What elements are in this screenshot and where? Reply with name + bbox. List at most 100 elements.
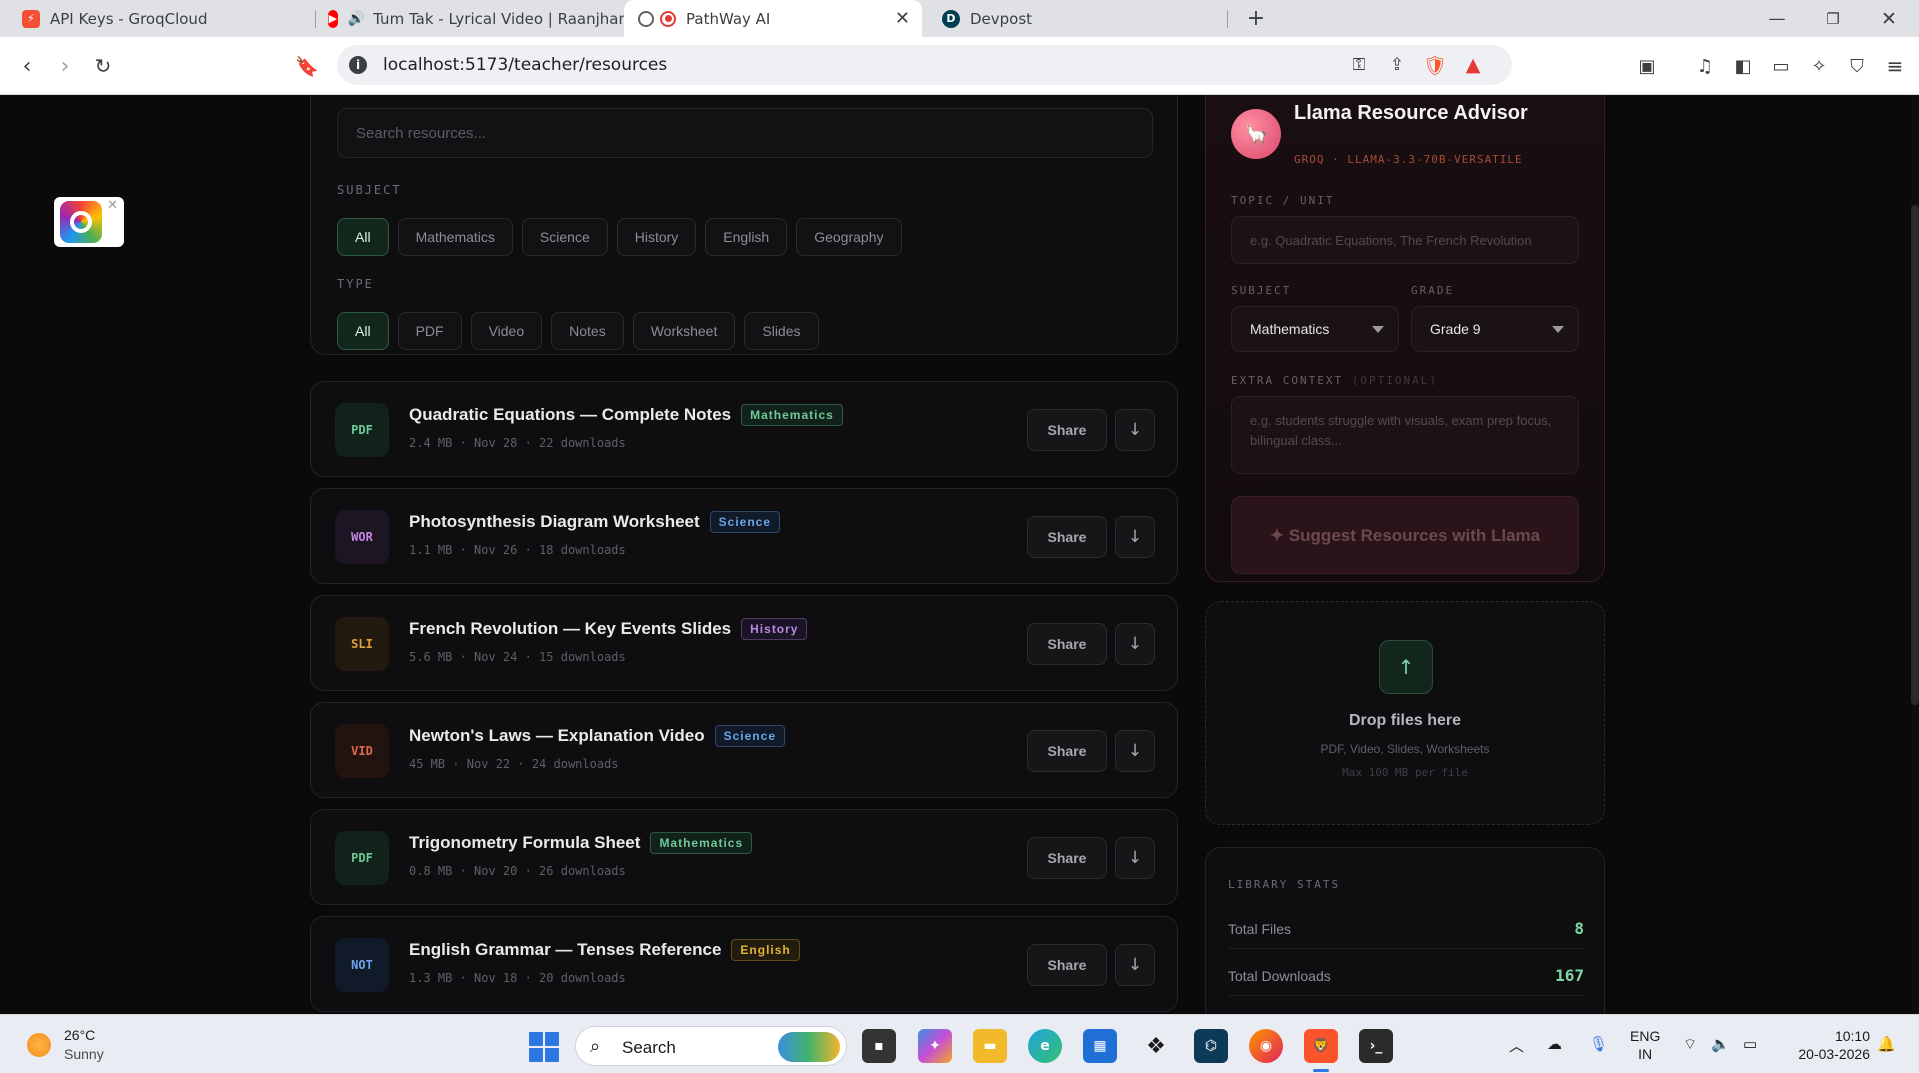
windows-start-icon[interactable] bbox=[529, 1032, 559, 1062]
volume-icon[interactable]: 🔈 bbox=[1711, 1035, 1730, 1053]
restore-button[interactable]: ❐ bbox=[1805, 0, 1861, 37]
subject-chip-history[interactable]: History bbox=[616, 218, 697, 256]
search-input[interactable] bbox=[338, 109, 1152, 157]
vscode-icon[interactable]: ⌬ bbox=[1194, 1029, 1228, 1063]
subject-chip-mathematics[interactable]: Mathematics bbox=[397, 218, 513, 256]
scrollbar-thumb[interactable] bbox=[1911, 205, 1919, 705]
type-chip-notes[interactable]: Notes bbox=[551, 312, 624, 350]
share-button[interactable]: Share bbox=[1027, 516, 1107, 558]
resource-card[interactable]: NOT English Grammar — Tenses Reference E… bbox=[310, 916, 1178, 1012]
subject-chip-geography[interactable]: Geography bbox=[796, 218, 902, 256]
terminal-icon[interactable]: ›_ bbox=[1359, 1029, 1393, 1063]
edge-icon[interactable]: e bbox=[1028, 1029, 1062, 1063]
notifications-icon[interactable]: 🔔 bbox=[1877, 1035, 1896, 1053]
weather-temperature[interactable]: 26°C bbox=[64, 1027, 95, 1043]
sun-icon[interactable] bbox=[27, 1033, 51, 1057]
forward-icon[interactable]: › bbox=[50, 51, 80, 81]
url-text[interactable]: localhost:5173/teacher/resources bbox=[383, 55, 667, 75]
tab-devpost[interactable]: D Devpost bbox=[928, 0, 1228, 37]
language-indicator[interactable]: ENG IN bbox=[1630, 1027, 1660, 1063]
download-icon[interactable]: ↓ bbox=[1115, 409, 1155, 451]
reader-mode-icon[interactable]: ▣ bbox=[1634, 53, 1660, 79]
address-bar[interactable]: i localhost:5173/teacher/resources ⚿ ⇪ 🛡… bbox=[337, 45, 1512, 85]
copilot-icon[interactable]: ✦ bbox=[918, 1029, 952, 1063]
download-icon[interactable]: ↓ bbox=[1115, 944, 1155, 986]
media-icon[interactable]: ♫ bbox=[1692, 53, 1718, 79]
close-tab-icon[interactable]: ✕ bbox=[895, 8, 910, 29]
share-button[interactable]: Share bbox=[1027, 730, 1107, 772]
topic-input[interactable] bbox=[1232, 217, 1578, 263]
resource-card[interactable]: WOR Photosynthesis Diagram Worksheet Sci… bbox=[310, 488, 1178, 584]
search-box[interactable] bbox=[337, 108, 1153, 158]
type-chip-all[interactable]: All bbox=[337, 312, 389, 350]
download-icon[interactable]: ↓ bbox=[1115, 516, 1155, 558]
subject-chip-all[interactable]: All bbox=[337, 218, 389, 256]
chevron-up-icon[interactable]: ︿ bbox=[1509, 1035, 1524, 1056]
topic-field[interactable] bbox=[1231, 216, 1579, 264]
resource-title[interactable]: Photosynthesis Diagram Worksheet bbox=[409, 512, 700, 532]
resource-card[interactable]: SLI French Revolution — Key Events Slide… bbox=[310, 595, 1178, 691]
page-scrollbar[interactable] bbox=[1911, 95, 1919, 1014]
site-info-icon[interactable]: i bbox=[349, 56, 367, 74]
resource-title[interactable]: French Revolution — Key Events Slides bbox=[409, 619, 731, 639]
dropbox-icon[interactable]: ❖ bbox=[1139, 1029, 1173, 1063]
grade-select[interactable]: Grade 9 bbox=[1411, 306, 1579, 352]
brave-shields-icon[interactable]: 🛡 bbox=[1423, 53, 1447, 77]
type-chip-slides[interactable]: Slides bbox=[744, 312, 819, 350]
leo-ai-icon[interactable]: ✧ bbox=[1806, 53, 1832, 79]
tab-youtube[interactable]: ▶ 🔊 Tum Tak - Lyrical Video | Raanjhan bbox=[316, 0, 628, 37]
firefox-icon[interactable]: ◉ bbox=[1249, 1029, 1283, 1063]
resource-card[interactable]: PDF Trigonometry Formula Sheet Mathemati… bbox=[310, 809, 1178, 905]
resource-title[interactable]: English Grammar — Tenses Reference bbox=[409, 940, 721, 960]
tab-groqcloud[interactable]: ⚡ API Keys - GroqCloud bbox=[8, 0, 316, 37]
back-icon[interactable]: ‹ bbox=[12, 51, 42, 81]
share-button[interactable]: Share bbox=[1027, 623, 1107, 665]
system-clock[interactable]: 10:10 20-03-2026 bbox=[1786, 1027, 1870, 1063]
menu-icon[interactable]: ≡ bbox=[1882, 53, 1908, 79]
download-icon[interactable]: ↓ bbox=[1115, 730, 1155, 772]
resource-card[interactable]: VID Newton's Laws — Explanation Video Sc… bbox=[310, 702, 1178, 798]
resource-title[interactable]: Trigonometry Formula Sheet bbox=[409, 833, 640, 853]
battery-icon[interactable]: ▭ bbox=[1743, 1035, 1757, 1053]
bookmark-icon[interactable]: 🔖 bbox=[292, 51, 322, 81]
download-icon[interactable]: ↓ bbox=[1115, 623, 1155, 665]
extra-context-input[interactable] bbox=[1232, 397, 1578, 473]
brave-rewards-icon[interactable]: ▲ bbox=[1461, 53, 1485, 77]
subject-select[interactable]: Mathematics bbox=[1231, 306, 1399, 352]
weather-description[interactable]: Sunny bbox=[64, 1046, 104, 1062]
key-icon[interactable]: ⚿ bbox=[1347, 53, 1371, 77]
new-tab-button[interactable]: + bbox=[1234, 0, 1278, 37]
share-button[interactable]: Share bbox=[1027, 409, 1107, 451]
type-chip-video[interactable]: Video bbox=[470, 312, 543, 350]
microphone-icon[interactable]: 🎙 bbox=[1589, 1035, 1608, 1053]
store-icon[interactable]: ▦ bbox=[1083, 1029, 1117, 1063]
wifi-icon[interactable]: ⌔ bbox=[1683, 1035, 1697, 1054]
file-explorer-icon[interactable]: ▬ bbox=[973, 1029, 1007, 1063]
brave-icon[interactable]: 🦁 bbox=[1304, 1029, 1338, 1072]
type-chip-pdf[interactable]: PDF bbox=[397, 312, 462, 350]
reload-icon[interactable]: ↻ bbox=[88, 51, 118, 81]
close-window-button[interactable]: ✕ bbox=[1861, 0, 1917, 37]
floating-assistant-widget[interactable]: ✕ bbox=[54, 197, 124, 247]
tab-pathway-ai[interactable]: PathWay AI ✕ bbox=[624, 0, 922, 37]
type-chip-worksheet[interactable]: Worksheet bbox=[632, 312, 736, 350]
extra-context-field[interactable] bbox=[1231, 396, 1579, 474]
share-button[interactable]: Share bbox=[1027, 944, 1107, 986]
resource-title[interactable]: Quadratic Equations — Complete Notes bbox=[409, 405, 731, 425]
upload-dropzone[interactable]: ↑ Drop files here PDF, Video, Slides, Wo… bbox=[1205, 601, 1605, 825]
sidebar-icon[interactable]: ◧ bbox=[1730, 53, 1756, 79]
share-page-icon[interactable]: ⇪ bbox=[1385, 53, 1409, 77]
speaker-icon[interactable]: 🔊 bbox=[348, 11, 365, 27]
suggest-resources-button[interactable]: ✦ Suggest Resources with Llama bbox=[1231, 496, 1579, 574]
download-icon[interactable]: ↓ bbox=[1115, 837, 1155, 879]
share-button[interactable]: Share bbox=[1027, 837, 1107, 879]
vpn-icon[interactable]: ⛉ bbox=[1844, 53, 1870, 79]
close-widget-icon[interactable]: ✕ bbox=[107, 198, 118, 213]
minimize-button[interactable]: — bbox=[1749, 0, 1805, 37]
resource-card[interactable]: PDF Quadratic Equations — Complete Notes… bbox=[310, 381, 1178, 477]
wallet-icon[interactable]: ▭ bbox=[1768, 53, 1794, 79]
resource-title[interactable]: Newton's Laws — Explanation Video bbox=[409, 726, 705, 746]
taskbar-search[interactable]: ⌕ Search bbox=[575, 1026, 847, 1066]
cloud-sync-icon[interactable]: ☁ bbox=[1547, 1035, 1562, 1053]
assistant-logo-icon[interactable] bbox=[60, 201, 102, 243]
